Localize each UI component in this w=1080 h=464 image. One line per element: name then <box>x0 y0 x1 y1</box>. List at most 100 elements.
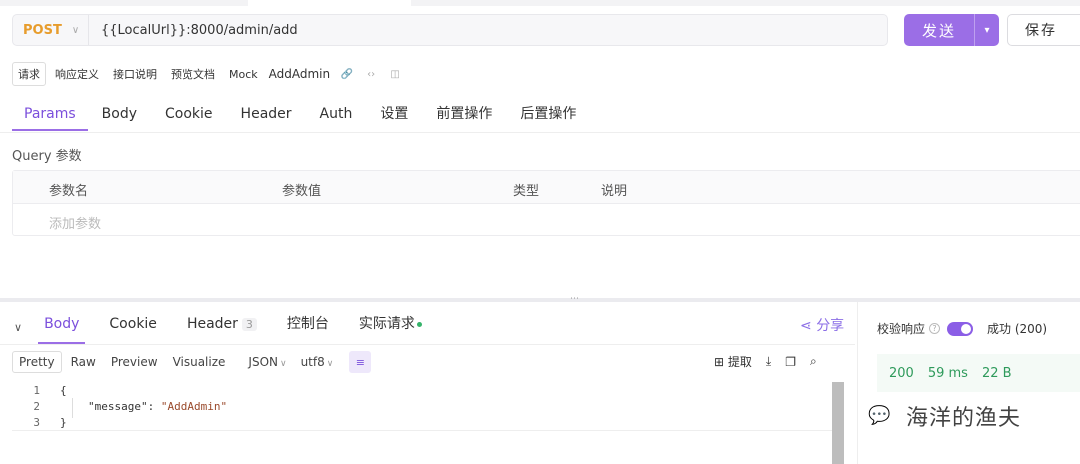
doc-tab-api-desc[interactable]: 接口说明 <box>108 63 162 85</box>
wechat-icon: 💬 <box>868 405 891 426</box>
chevron-down-icon: ∨ <box>71 24 80 36</box>
line-number: 1 <box>33 384 40 397</box>
share-button[interactable]: ⋖ 分享 <box>800 315 844 335</box>
encoding-select-label: utf8 <box>300 355 325 369</box>
code-line: 3} <box>12 415 67 431</box>
code-scrollbar-thumb[interactable] <box>832 382 844 464</box>
tabs-divider <box>0 132 1080 133</box>
doc-tab-response-def[interactable]: 响应定义 <box>50 63 104 85</box>
response-tab-header[interactable]: Header 3 <box>187 310 257 344</box>
link-icon[interactable]: 🔗 <box>340 67 354 81</box>
code-text: { <box>60 384 67 397</box>
send-button[interactable]: 发送 ▾ <box>904 14 999 46</box>
response-code[interactable]: 1{ 2 "message": "AddAdmin" 3} <box>12 382 844 464</box>
params-tabs: Params Body Cookie Header Auth 设置 前置操作 后… <box>12 101 604 133</box>
code-line: 2 "message": "AddAdmin" <box>12 399 227 415</box>
method-select[interactable]: POST ∨ <box>13 15 89 45</box>
query-table: 参数名 参数值 类型 说明 添加参数 <box>12 170 1080 236</box>
tab-settings[interactable]: 设置 <box>380 101 408 131</box>
response-tab-actual[interactable]: 实际请求 <box>359 310 422 344</box>
api-name: AddAdmin <box>268 67 331 81</box>
column-param-value: 参数值 <box>282 184 322 199</box>
doc-tab-preview[interactable]: 预览文档 <box>166 63 220 85</box>
method-label: POST <box>23 22 62 38</box>
indent-guide <box>72 398 73 418</box>
code-text: } <box>60 416 67 429</box>
tab-auth[interactable]: Auth <box>320 101 353 131</box>
drag-handle-icon: ⋯ <box>570 294 579 304</box>
line-number: 2 <box>33 400 40 413</box>
column-param-name: 参数名 <box>49 184 89 199</box>
format-preview[interactable]: Preview <box>105 352 164 372</box>
format-select-label: JSON <box>248 355 278 369</box>
response-size: 22 B <box>981 365 1012 381</box>
search-icon[interactable]: ⌕ <box>810 354 817 369</box>
header-count-badge: 3 <box>241 318 257 331</box>
response-tab-body[interactable]: Body <box>38 310 86 344</box>
encoding-select[interactable]: utf8 ∨ <box>301 355 334 369</box>
response-metrics: 200 59 ms 22 B <box>877 354 1080 392</box>
code-divider <box>12 430 832 431</box>
response-tab-console[interactable]: 控制台 <box>287 310 329 344</box>
query-table-header: 参数名 参数值 类型 说明 <box>13 171 1080 204</box>
tab-body[interactable]: Body <box>102 101 137 131</box>
extract-button[interactable]: ⊞ 提取 <box>714 353 752 370</box>
code-text: "message": "AddAdmin" <box>88 400 228 413</box>
code-icon[interactable]: ‹› <box>364 67 378 81</box>
chevron-down-icon: ∨ <box>326 359 334 369</box>
doc-tab-request[interactable]: 请求 <box>12 62 46 86</box>
doc-tabs: 请求 响应定义 接口说明 预览文档 Mock AddAdmin 🔗 ‹› ◫ <box>12 62 402 86</box>
doc-tab-mock[interactable]: Mock <box>224 65 263 84</box>
response-time: 59 ms <box>927 365 968 381</box>
save-button[interactable]: 保存 <box>1007 14 1080 46</box>
validation-toggle[interactable] <box>947 321 974 336</box>
tab-header[interactable]: Header <box>241 101 292 131</box>
active-tab-indicator <box>248 0 411 6</box>
send-dropdown-icon[interactable]: ▾ <box>974 14 999 46</box>
response-tab-cookie[interactable]: Cookie <box>109 310 157 344</box>
validation-label: 校验响应 <box>877 322 926 336</box>
panel-icon[interactable]: ◫ <box>388 67 402 81</box>
share-icon: ⋖ <box>800 318 812 334</box>
download-icon[interactable]: ⤓ <box>766 354 771 369</box>
line-number: 3 <box>33 416 40 429</box>
response-tabs-divider <box>0 344 855 345</box>
format-pretty[interactable]: Pretty <box>12 351 62 373</box>
extract-icon: ⊞ <box>714 355 725 369</box>
extract-label: 提取 <box>727 355 752 369</box>
url-bar: POST ∨ {{LocalUrl}}:8000/admin/add <box>12 14 888 46</box>
validation-result: 成功 (200) <box>987 322 1048 336</box>
response-toolbar: Pretty Raw Preview Visualize JSON ∨ utf8 ∨… <box>12 350 372 374</box>
share-label: 分享 <box>816 318 845 334</box>
json-key: "message" <box>88 400 148 413</box>
column-description: 说明 <box>601 184 628 199</box>
window-top-strip <box>0 0 1080 6</box>
response-tabs: ∨ Body Cookie Header 3 控制台 实际请求 <box>14 310 452 344</box>
status-code: 200 <box>889 365 914 381</box>
format-raw[interactable]: Raw <box>65 352 102 372</box>
tab-post-script[interactable]: 后置操作 <box>520 101 576 131</box>
format-select[interactable]: JSON ∨ <box>248 355 286 369</box>
tab-cookie[interactable]: Cookie <box>165 101 213 131</box>
status-dot-icon <box>416 321 422 327</box>
tab-params[interactable]: Params <box>12 101 88 131</box>
help-icon[interactable]: ? <box>929 323 941 334</box>
json-value: "AddAdmin" <box>160 400 228 413</box>
column-type: 类型 <box>513 184 540 199</box>
validation-row: 校验响应 ? 成功 (200) <box>877 320 1047 337</box>
wrap-lines-icon[interactable]: ≡ <box>349 351 372 373</box>
watermark: 💬 海洋的渔夫 <box>868 400 1021 432</box>
chevron-down-icon: ∨ <box>279 359 287 369</box>
send-label: 发送 <box>921 21 956 40</box>
url-input[interactable]: {{LocalUrl}}:8000/admin/add <box>89 23 298 38</box>
response-actions: ⊞ 提取 ⤓ ❐ ⌕ <box>714 353 817 370</box>
add-param-input[interactable]: 添加参数 <box>49 213 101 232</box>
collapse-chevron-icon[interactable]: ∨ <box>14 321 22 334</box>
query-title: Query 参数 <box>12 149 82 164</box>
code-line: 1{ <box>12 383 67 399</box>
copy-icon[interactable]: ❐ <box>785 355 796 369</box>
response-tab-actual-label: 实际请求 <box>358 316 415 332</box>
response-tab-header-label: Header <box>186 316 238 332</box>
tab-pre-script[interactable]: 前置操作 <box>436 101 492 131</box>
format-visualize[interactable]: Visualize <box>167 352 232 372</box>
